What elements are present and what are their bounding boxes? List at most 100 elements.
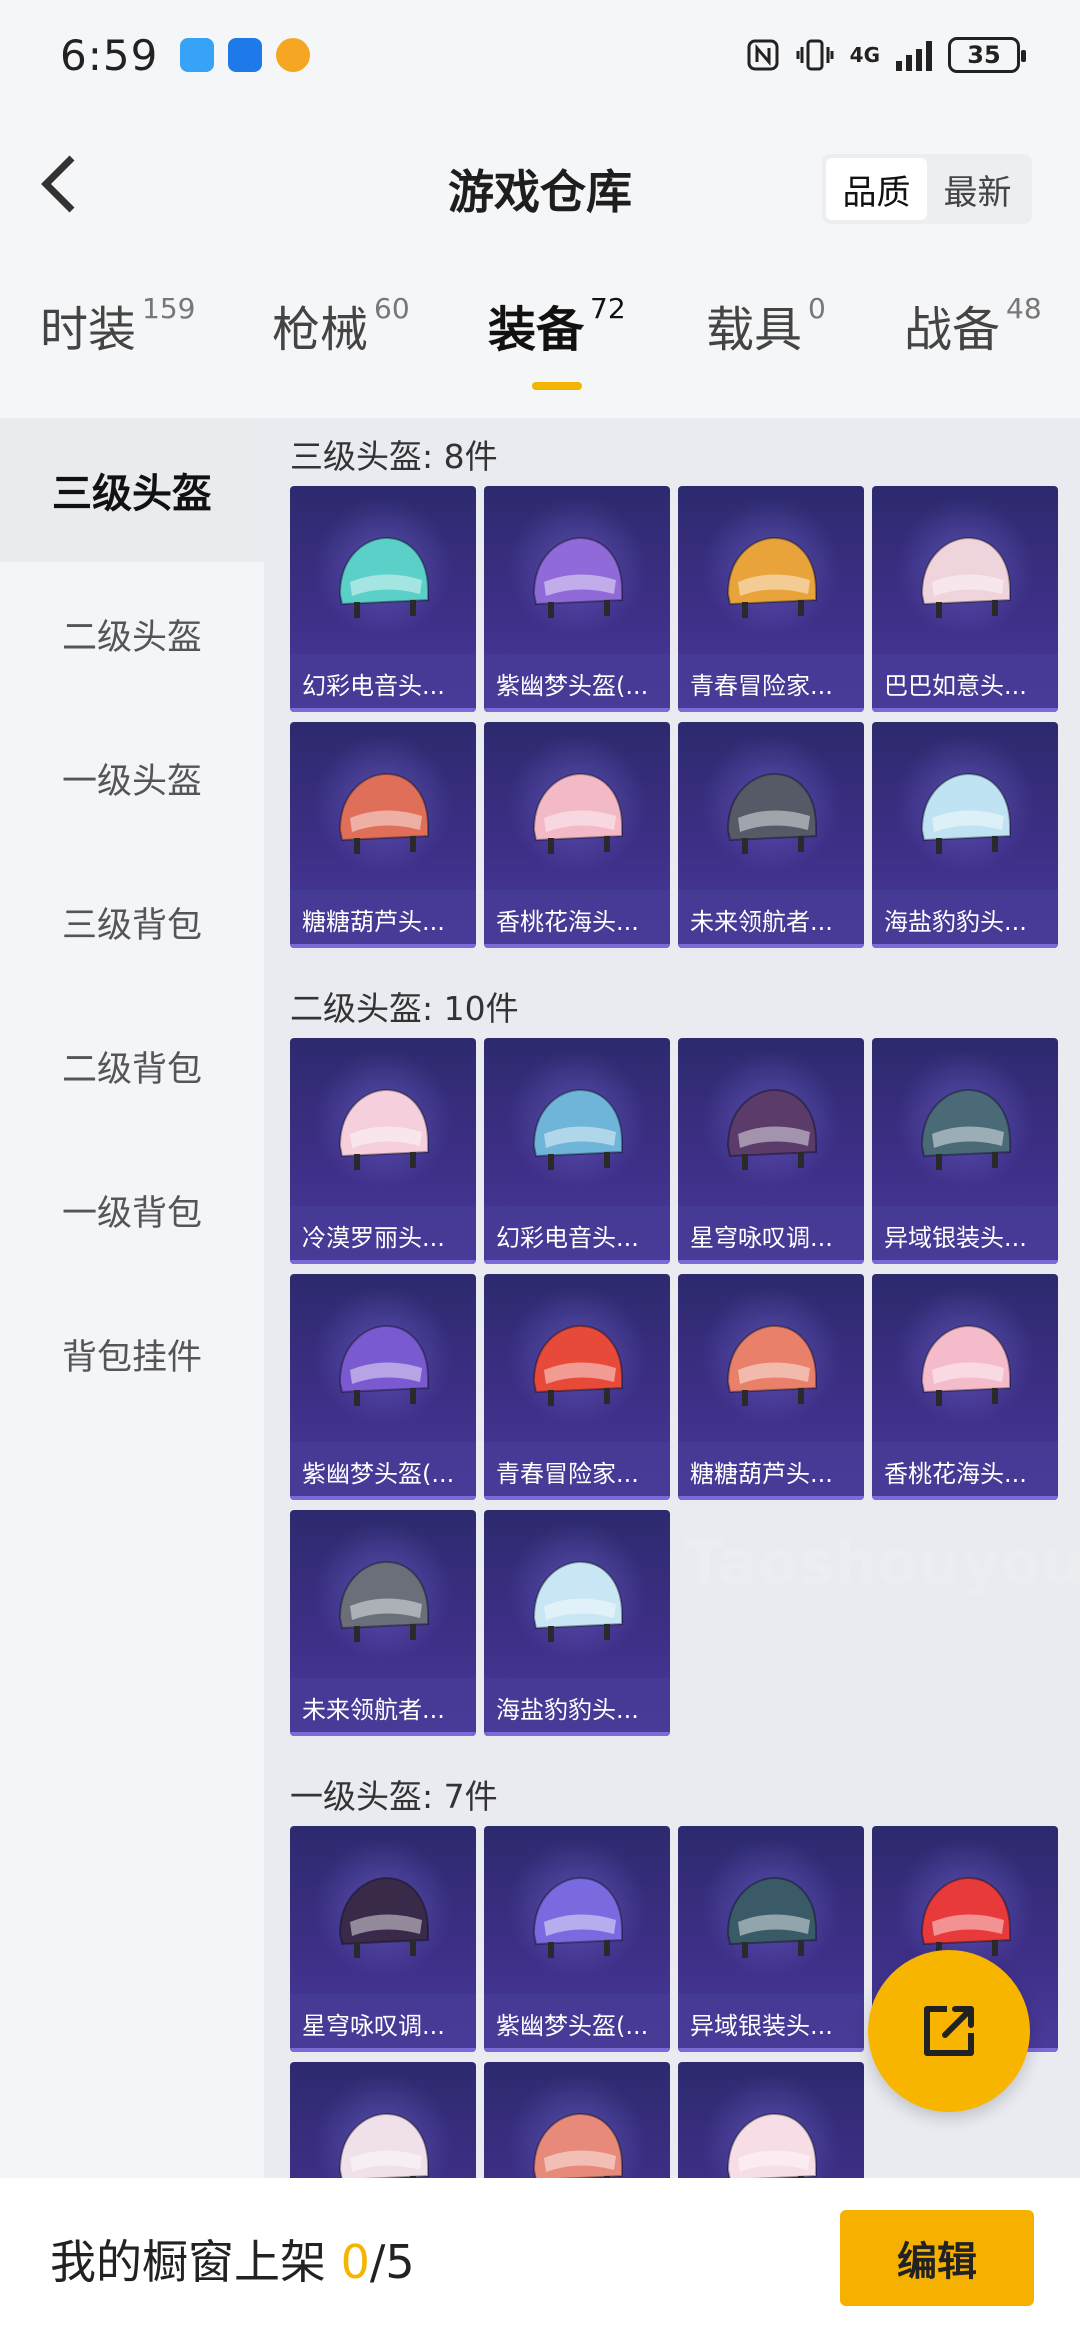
item-card[interactable]: 星穹咏叹调...	[290, 1826, 476, 2052]
item-card[interactable]: 冷漠罗丽头...	[290, 1038, 476, 1264]
app-icon-3	[276, 38, 311, 72]
item-card[interactable]: 紫幽梦头盔(...	[484, 1826, 670, 2052]
showcase-total: /5	[369, 2235, 415, 2289]
item-card[interactable]: 幻彩电音头...	[484, 1038, 670, 1264]
item-name: 糖糖葫芦头...	[678, 1442, 864, 1500]
item-name: 巴巴如意头...	[872, 654, 1058, 712]
item-name: 异域银装头...	[872, 1206, 1058, 1264]
item-name: 星穹咏叹调...	[290, 1994, 476, 2052]
helmet-icon	[338, 1088, 429, 1170]
item-name: 异域银装头...	[678, 1994, 864, 2052]
item-card[interactable]: 未来领航者...	[678, 722, 864, 948]
tab-supplies[interactable]: 战备 48	[904, 290, 1042, 360]
rarity-stripe	[290, 1732, 476, 1736]
sidebar-item-level3-helmet[interactable]: 三级头盔	[0, 418, 264, 562]
sort-toggle: 品质 最新	[822, 154, 1032, 224]
item-card[interactable]: 紫幽梦头盔(...	[484, 486, 670, 712]
section-title: 二级头盔: 10件	[290, 989, 519, 1028]
item-card[interactable]: 紫幽梦头盔(...	[290, 1274, 476, 1500]
sidebar-item-level1-helmet[interactable]: 一级头盔	[0, 706, 264, 850]
section-title: 一级头盔: 7件	[290, 1777, 498, 1816]
item-card[interactable]	[678, 2062, 864, 2178]
sidebar-item-level1-backpack[interactable]: 一级背包	[0, 1138, 264, 1282]
helmet-icon	[726, 772, 817, 854]
battery-level: 35	[967, 41, 1001, 69]
item-name: 紫幽梦头盔(...	[484, 1994, 670, 2052]
helmet-icon	[920, 1088, 1011, 1170]
item-name: 紫幽梦头盔(...	[484, 654, 670, 712]
sidebar-item-backpack-charm[interactable]: 背包挂件	[0, 1282, 264, 1426]
rarity-stripe	[290, 2048, 476, 2052]
item-card[interactable]: 糖糖葫芦头...	[290, 722, 476, 948]
sort-option-quality[interactable]: 品质	[826, 158, 927, 220]
sidebar-item-level3-backpack[interactable]: 三级背包	[0, 850, 264, 994]
rarity-stripe	[290, 708, 476, 712]
item-name: 青春冒险家...	[678, 654, 864, 712]
app-icon-1	[180, 38, 215, 72]
active-tab-indicator	[532, 382, 582, 390]
item-card[interactable]: 香桃花海头...	[872, 1274, 1058, 1500]
sidebar: 三级头盔 二级头盔 一级头盔 三级背包 二级背包 一级背包 背包挂件	[0, 418, 264, 2178]
helmet-icon	[532, 1324, 623, 1406]
sidebar-item-level2-backpack[interactable]: 二级背包	[0, 994, 264, 1138]
item-card[interactable]: 糖糖葫芦头...	[678, 1274, 864, 1500]
tab-count: 0	[808, 292, 826, 325]
item-card[interactable]: 异域银装头...	[872, 1038, 1058, 1264]
helmet-icon	[920, 1324, 1011, 1406]
helmet-icon	[532, 772, 623, 854]
item-card[interactable]: 异域银装头...	[678, 1826, 864, 2052]
tab-label: 枪械	[272, 302, 369, 358]
share-button[interactable]	[868, 1950, 1030, 2112]
tab-guns[interactable]: 枪械 60	[272, 290, 410, 360]
battery-icon: 35	[948, 37, 1026, 73]
header: 游戏仓库 品质 最新	[0, 110, 1080, 260]
item-name: 青春冒险家...	[484, 1442, 670, 1500]
rarity-stripe	[290, 1260, 476, 1264]
item-name: 糖糖葫芦头...	[290, 890, 476, 948]
rarity-stripe	[484, 944, 670, 948]
helmet-icon	[532, 1560, 623, 1642]
item-name: 冷漠罗丽头...	[290, 1206, 476, 1264]
item-card[interactable]: 未来领航者...	[290, 1510, 476, 1736]
item-card[interactable]	[290, 2062, 476, 2178]
item-name: 紫幽梦头盔(...	[290, 1442, 476, 1500]
helmet-icon	[338, 1560, 429, 1642]
item-card[interactable]: 青春冒险家...	[484, 1274, 670, 1500]
item-name: 海盐豹豹头...	[872, 890, 1058, 948]
helmet-icon	[532, 1876, 623, 1958]
rarity-stripe	[484, 1260, 670, 1264]
sidebar-item-level2-helmet[interactable]: 二级头盔	[0, 562, 264, 706]
item-name: 未来领航者...	[290, 1678, 476, 1736]
rarity-stripe	[484, 1496, 670, 1500]
item-card[interactable]: 星穹咏叹调...	[678, 1038, 864, 1264]
tab-label: 载具	[706, 302, 803, 358]
helmet-icon	[726, 1876, 817, 1958]
tab-equipment[interactable]: 装备 72	[488, 290, 626, 360]
item-card[interactable]: 巴巴如意头...	[872, 486, 1058, 712]
item-card[interactable]: 青春冒险家...	[678, 486, 864, 712]
rarity-stripe	[290, 1496, 476, 1500]
helmet-icon	[338, 772, 429, 854]
network-type: 4G	[849, 43, 880, 67]
tab-vehicles[interactable]: 载具 0	[706, 290, 826, 360]
rarity-stripe	[484, 708, 670, 712]
tab-count: 48	[1006, 292, 1042, 325]
status-bar: 6:59 4G 35	[0, 0, 1080, 110]
vibrate-icon	[796, 39, 834, 71]
item-card[interactable]: 海盐豹豹头...	[872, 722, 1058, 948]
helmet-icon	[338, 1324, 429, 1406]
helmet-icon	[920, 772, 1011, 854]
status-time: 6:59	[60, 30, 159, 80]
tab-count: 159	[142, 292, 196, 325]
item-card[interactable]: 海盐豹豹头...	[484, 1510, 670, 1736]
watermark: Taoshouyou.Com	[684, 1528, 1080, 1598]
item-card[interactable]: 香桃花海头...	[484, 722, 670, 948]
share-icon	[924, 2006, 974, 2056]
tab-fashion[interactable]: 时装 159	[40, 290, 195, 360]
item-card[interactable]: 幻彩电音头...	[290, 486, 476, 712]
sort-option-latest[interactable]: 最新	[927, 158, 1028, 220]
edit-button[interactable]: 编辑	[840, 2210, 1034, 2306]
rarity-stripe	[484, 1732, 670, 1736]
item-card[interactable]	[484, 2062, 670, 2178]
game-warehouse-page: 6:59 4G 35 游戏仓库 品质 最新 时装 159 枪械 60 装备 72…	[0, 0, 1080, 2340]
